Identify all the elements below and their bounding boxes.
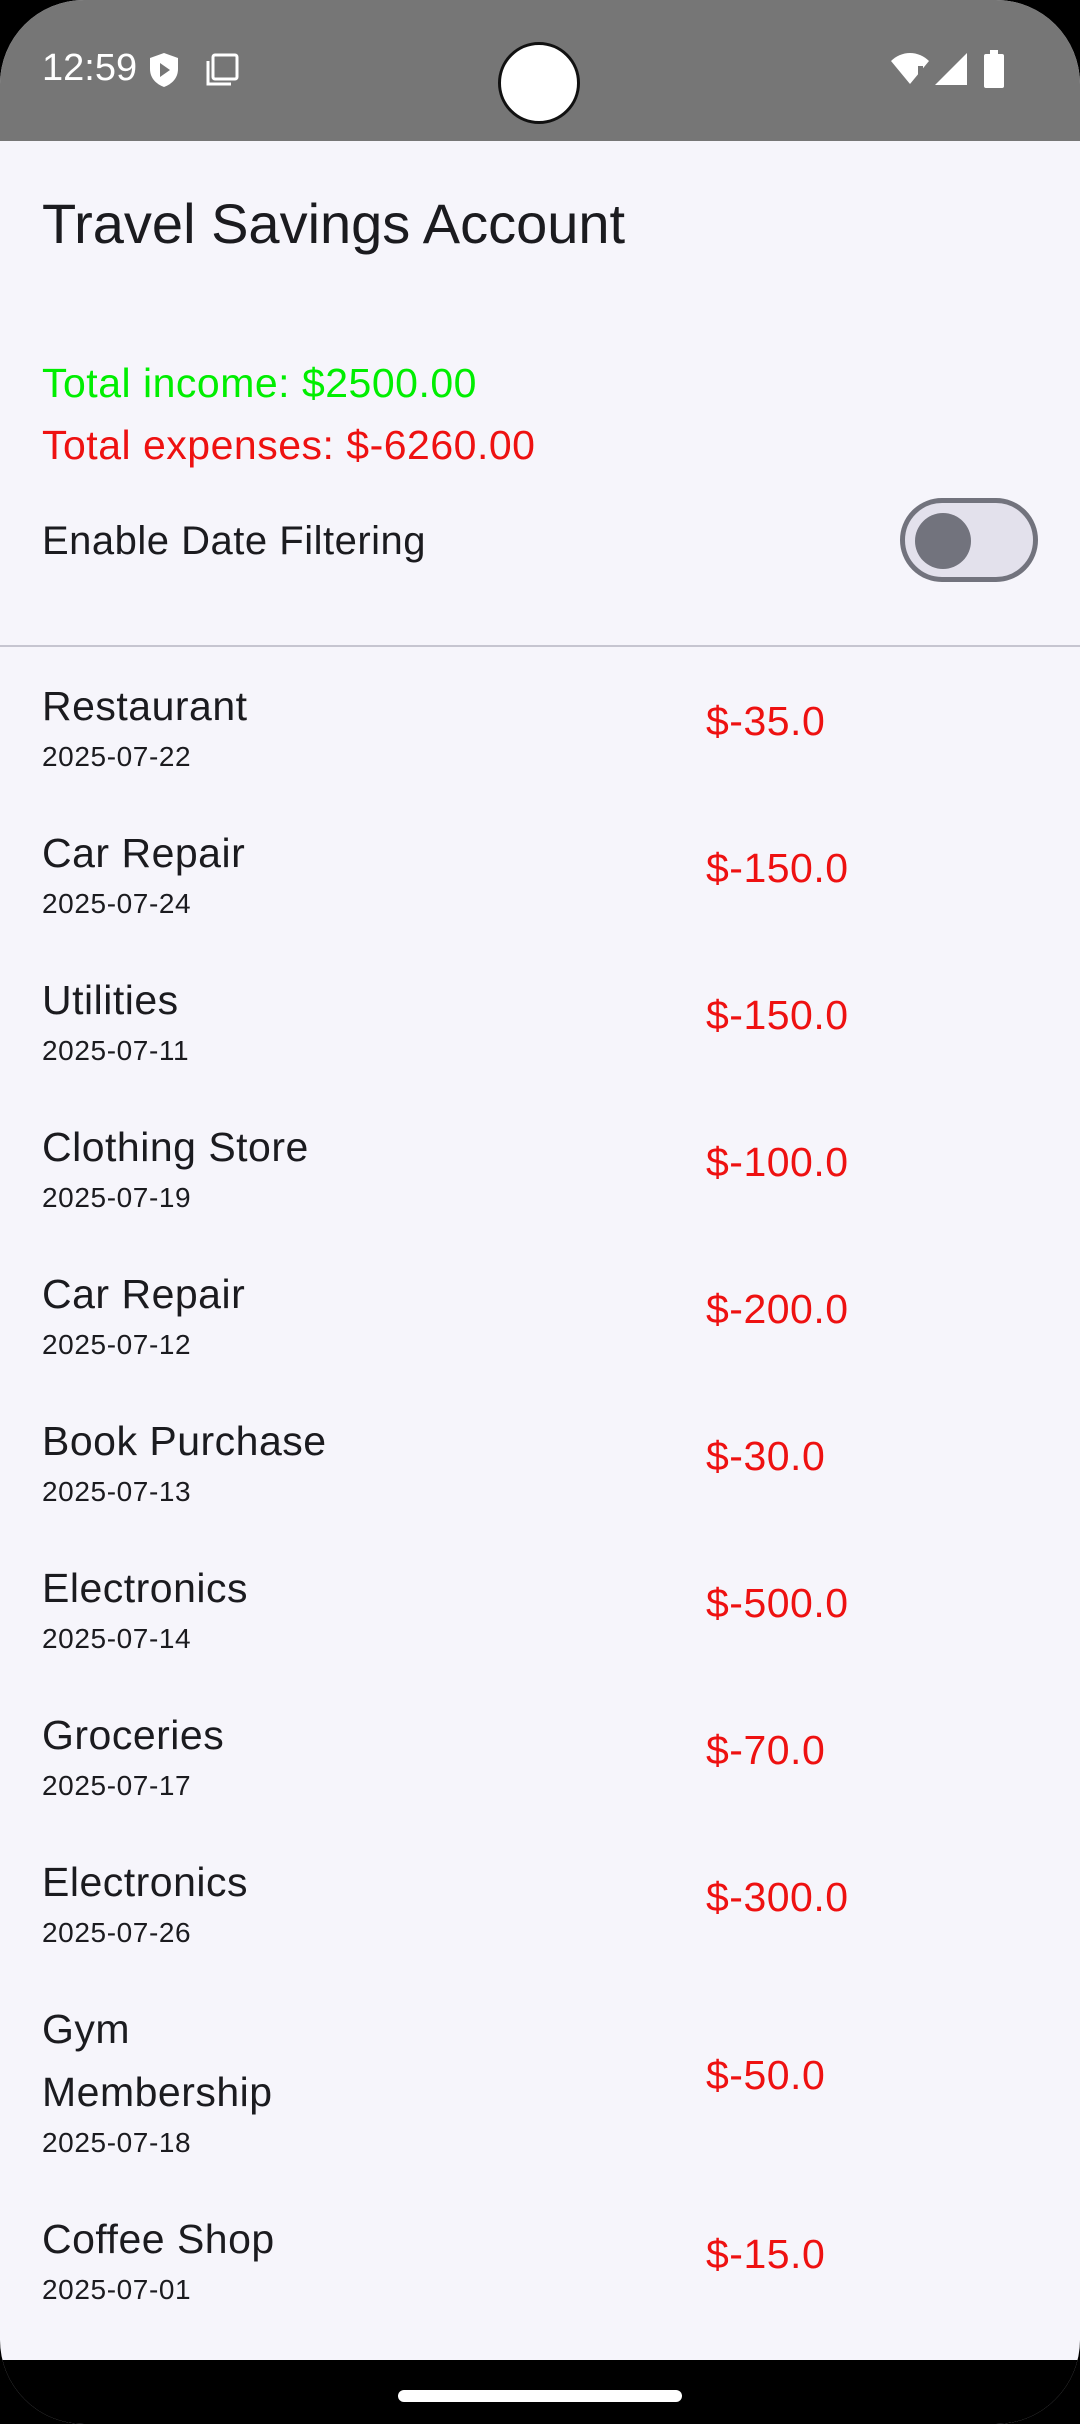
list-item[interactable]: Clothing Store 2025-07-19 $-100.0 [0,1088,1080,1235]
transaction-name: Book Purchase [42,1418,327,1464]
transaction-amount: $-300.0 [706,1873,849,1920]
transaction-date: 2025-07-17 [42,1770,192,1801]
transaction-amount: $-50.0 [706,2052,826,2098]
transaction-date: 2025-07-01 [42,2274,192,2305]
transaction-amount: $-500.0 [706,1579,849,1626]
wifi-icon [891,53,929,84]
screenshot-icon [206,53,239,86]
transaction-amount: $-35.0 [706,697,826,744]
transaction-amount: $-150.0 [706,844,849,891]
transaction-date: 2025-07-26 [42,1917,192,1948]
transaction-date: 2025-07-13 [42,1476,192,1507]
list-item[interactable]: Groceries 2025-07-17 $-70.0 [0,1676,1080,1823]
list-item[interactable]: Car Repair 2025-07-12 $-200.0 [0,1235,1080,1382]
transaction-name: Car Repair [42,830,246,876]
list-item[interactable]: Gym Membership 2025-07-18 $-50.0 [0,1970,1080,2180]
list-item[interactable]: Book Purchase 2025-07-13 $-30.0 [0,1382,1080,1529]
transaction-name: Coffee Shop [42,2216,275,2262]
transaction-date: 2025-07-19 [42,1182,192,1213]
page-title: Travel Savings Account [42,192,626,255]
transaction-name: Gym Membership [42,2006,273,2115]
date-filter-toggle[interactable] [900,498,1038,582]
list-item[interactable]: Restaurant 2025-07-22 $-35.0 [0,647,1080,794]
transaction-date: 2025-07-12 [42,1329,192,1360]
shield-icon [150,53,178,87]
transaction-name: Utilities [42,977,179,1023]
transaction-date: 2025-07-14 [42,1623,192,1654]
status-time: 12:59 [42,47,138,89]
camera-cutout [498,42,580,124]
date-filter-label: Enable Date Filtering [42,519,427,563]
status-bar: 12:59 [0,0,1080,141]
home-gesture-handle[interactable] [398,2390,682,2402]
total-income-text: Total income: $2500.00 [42,360,477,406]
transaction-amount: $-15.0 [706,2230,826,2277]
list-item[interactable]: Electronics 2025-07-26 $-300.0 [0,1823,1080,1970]
list-item[interactable]: Car Repair 2025-07-24 $-150.0 [0,794,1080,941]
transaction-name: Car Repair [42,1271,246,1317]
transaction-list: Restaurant 2025-07-22 $-35.0 Car Repair … [0,647,1080,2327]
transaction-name: Electronics [42,1859,249,1905]
transaction-date: 2025-07-24 [42,888,192,919]
transaction-date: 2025-07-18 [42,2127,192,2158]
phone-screen: 12:59 Travel Savings Account Total incom… [0,0,1080,2424]
list-item[interactable]: Coffee Shop 2025-07-01 $-15.0 [0,2180,1080,2327]
transaction-name: Clothing Store [42,1124,309,1170]
list-item[interactable]: Electronics 2025-07-14 $-500.0 [0,1529,1080,1676]
signal-icon [935,53,967,85]
transaction-name: Restaurant [42,683,248,729]
transaction-name: Electronics [42,1565,249,1611]
transaction-amount: $-70.0 [706,1726,826,1773]
transaction-name: Groceries [42,1712,225,1758]
list-item[interactable]: Utilities 2025-07-11 $-150.0 [0,941,1080,1088]
battery-icon [984,50,1004,88]
transaction-amount: $-200.0 [706,1285,849,1332]
transaction-amount: $-30.0 [706,1432,826,1479]
transaction-amount: $-100.0 [706,1138,849,1185]
transaction-date: 2025-07-11 [42,1035,190,1066]
toggle-thumb [915,513,971,569]
total-expenses-text: Total expenses: $-6260.00 [42,422,536,468]
transaction-date: 2025-07-22 [42,741,192,772]
transaction-amount: $-150.0 [706,991,849,1038]
